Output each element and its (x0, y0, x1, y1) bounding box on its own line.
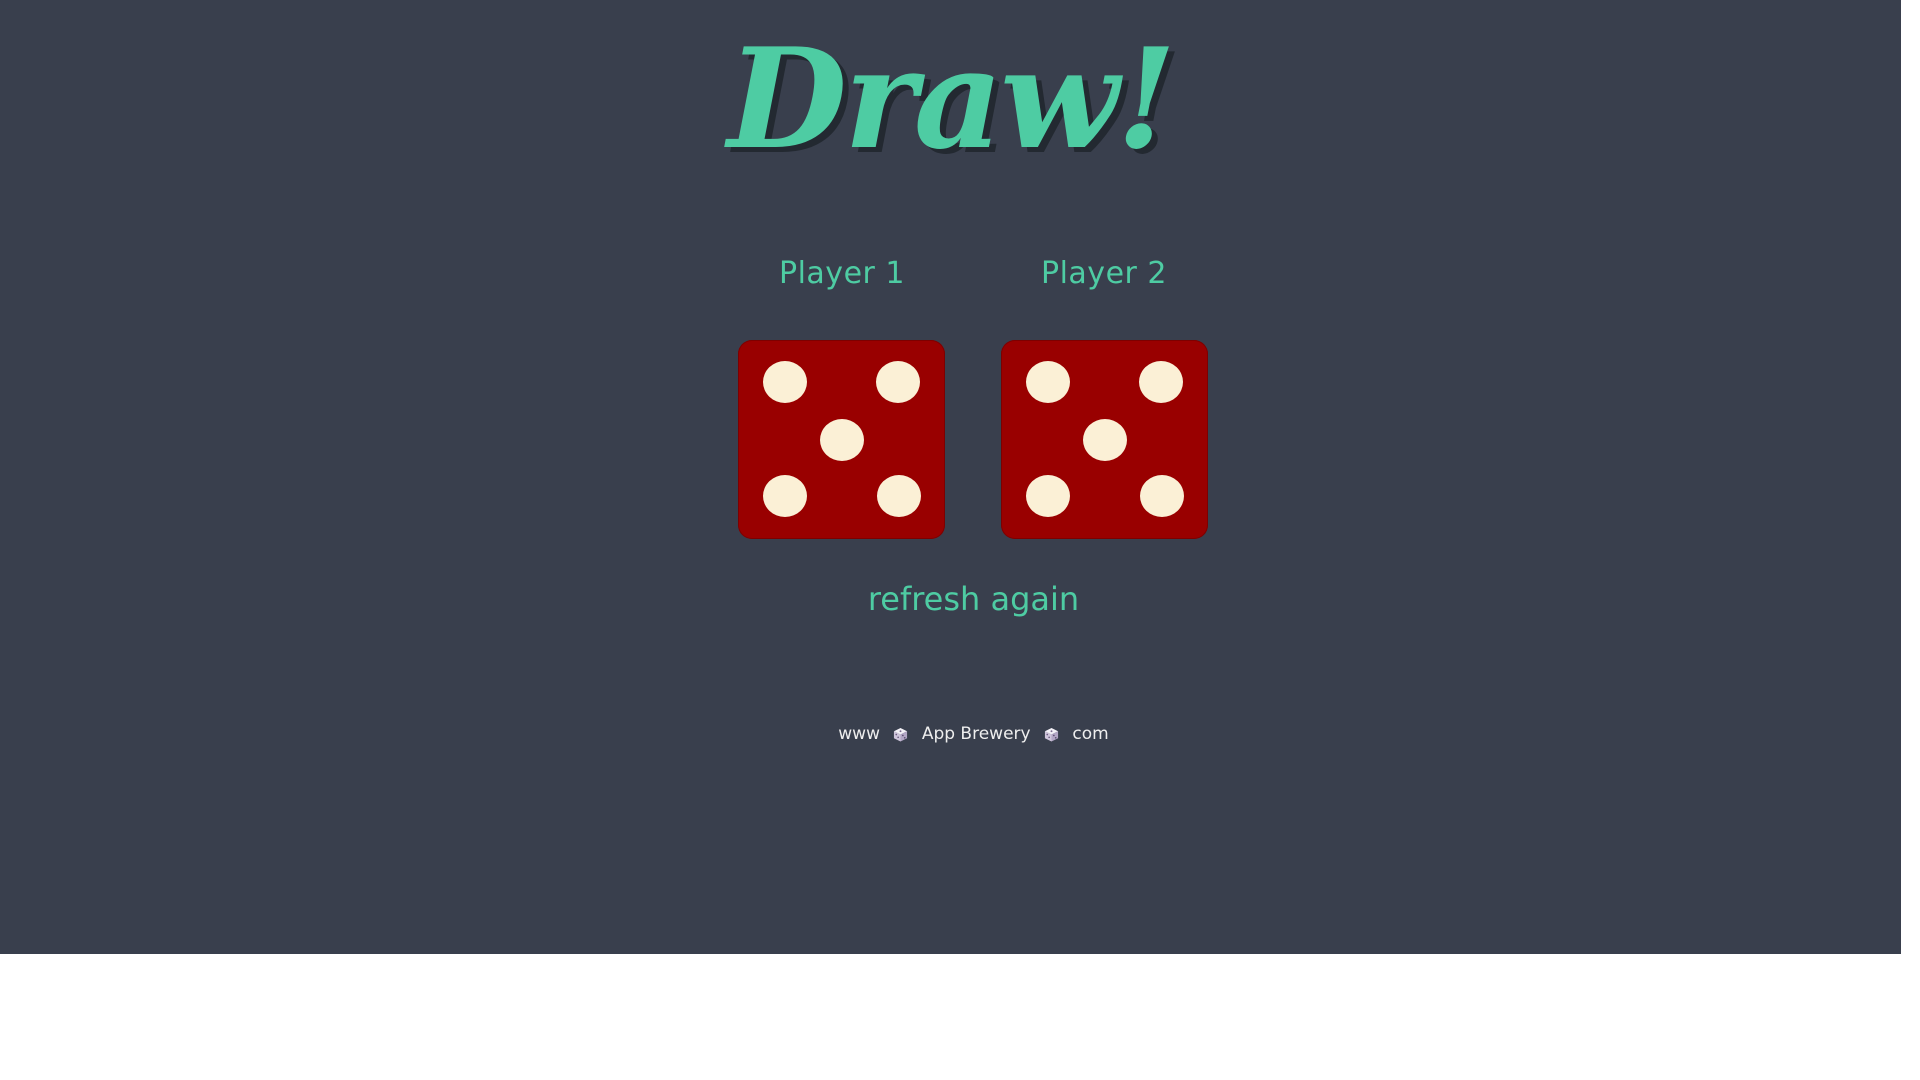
footer: www App Brewery com (0, 724, 1920, 744)
die-pip (1025, 475, 1070, 518)
game-page: Draw! Player 1 Player 2 refresh again ww… (0, 0, 1901, 954)
die-pip (876, 360, 921, 403)
die-pip (1082, 418, 1127, 461)
refresh-again-text: refresh again (867, 580, 1080, 618)
page-title: Draw! (727, 17, 1176, 180)
die-pip (1025, 360, 1070, 403)
die-pip (762, 475, 807, 518)
die-pip (1140, 475, 1185, 518)
die-pip (877, 475, 922, 518)
footer-prefix: www (838, 724, 880, 744)
player-1-die (738, 340, 945, 539)
die-pip (1139, 360, 1184, 403)
die-pip (762, 360, 807, 403)
player-2-die (1001, 340, 1208, 539)
die-pip (819, 418, 864, 461)
dice-icon (1044, 727, 1059, 742)
player-1-label: Player 1 (779, 256, 905, 291)
footer-brand: App Brewery (921, 724, 1031, 744)
dice-icon (893, 727, 908, 742)
player-2-label: Player 2 (1041, 256, 1167, 291)
footer-suffix: com (1072, 724, 1109, 744)
